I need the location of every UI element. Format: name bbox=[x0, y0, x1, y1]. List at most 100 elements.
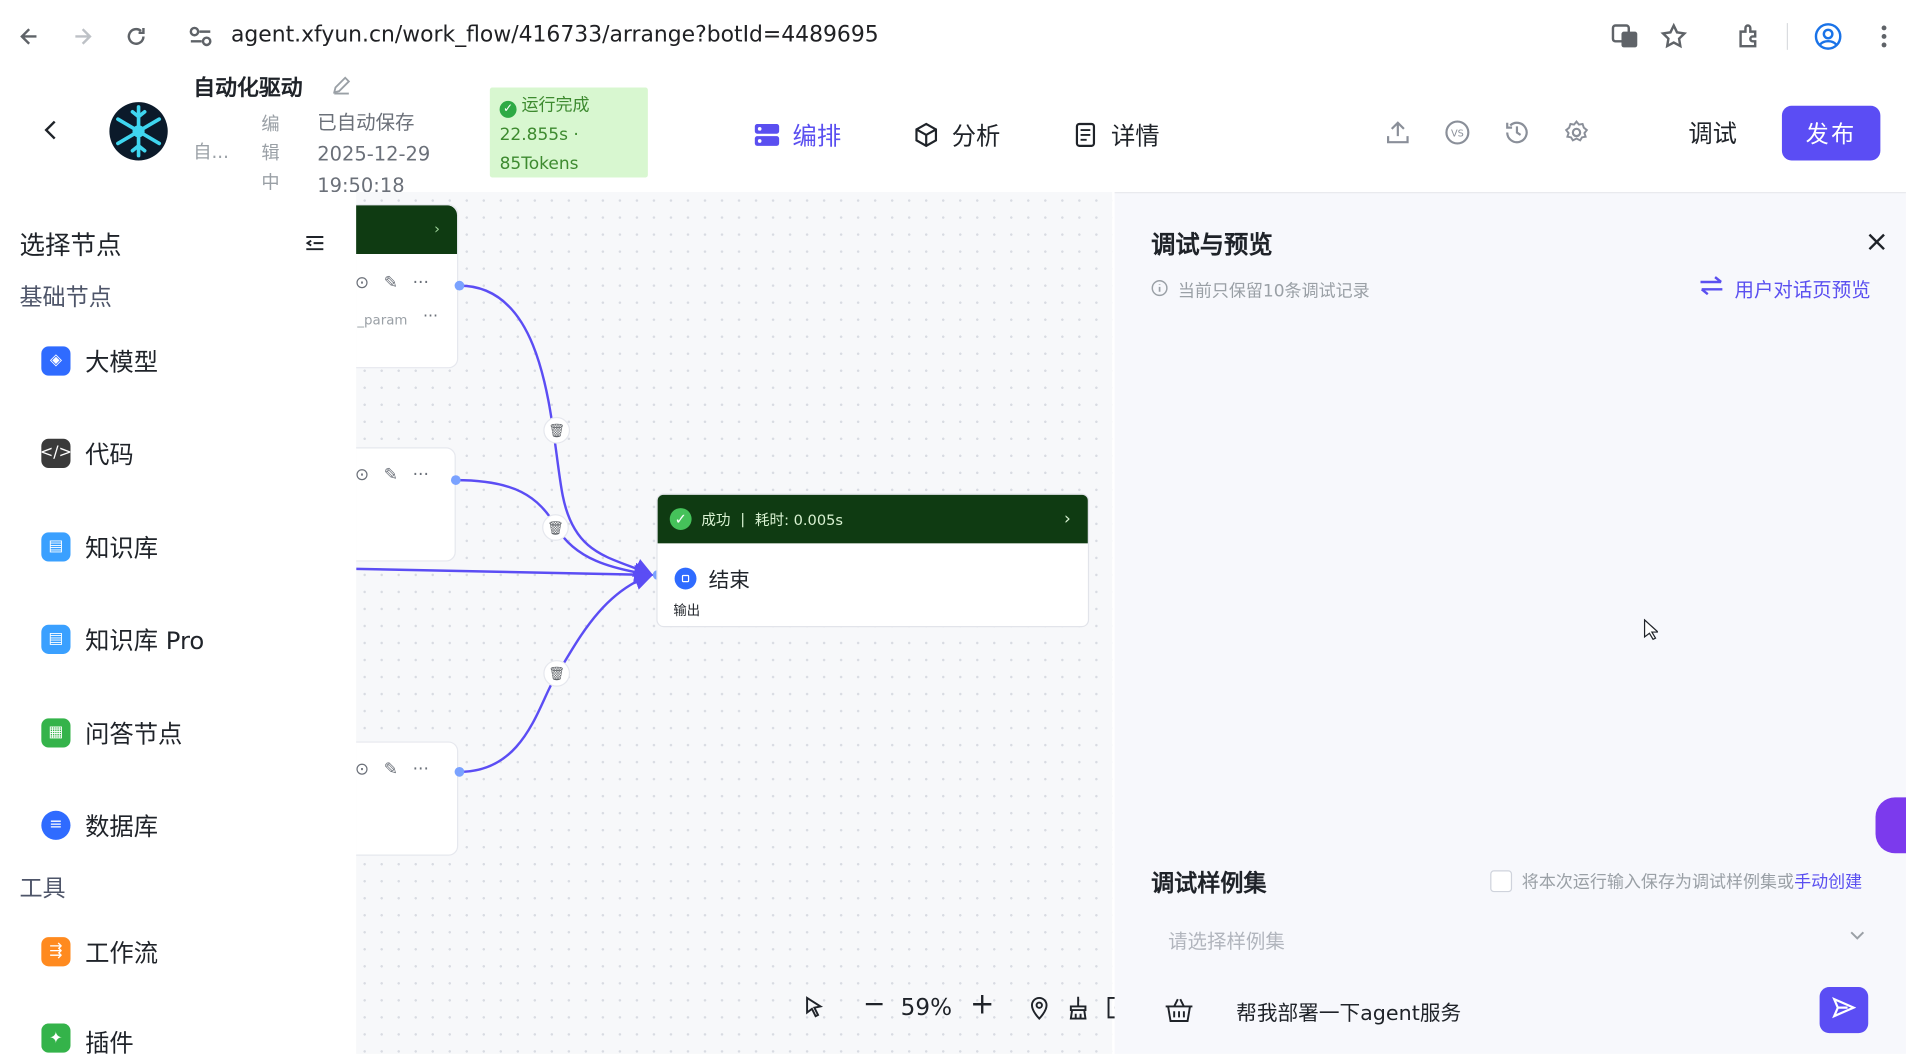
sample-set-select[interactable]: 请选择样例集 bbox=[1151, 919, 1878, 960]
edit-state: 编辑中 bbox=[261, 113, 280, 194]
delete-edge-icon[interactable]: 🗑 bbox=[543, 660, 571, 687]
code-icon: </> bbox=[40, 438, 72, 468]
knowledge-icon: ▤ bbox=[41, 531, 71, 561]
close-icon[interactable] bbox=[1866, 230, 1888, 259]
database-icon: ≡ bbox=[41, 810, 71, 840]
plugin-icon: ✦ bbox=[41, 1023, 71, 1053]
panel-title: 选择节点 bbox=[19, 230, 122, 261]
tab-analysis-label: 分析 bbox=[951, 121, 1001, 151]
status-divider: | bbox=[740, 510, 746, 528]
select-pointer-icon[interactable] bbox=[802, 994, 826, 1026]
run-tokens: 85Tokens bbox=[499, 154, 579, 174]
debug-record-note: 当前只保留10条调试记录 bbox=[1151, 278, 1370, 302]
elapsed-text: 耗时: 0.005s bbox=[754, 511, 843, 529]
collapse-panel-icon[interactable] bbox=[304, 232, 326, 254]
node-item-llm[interactable]: ◈ 大模型 bbox=[41, 343, 158, 378]
bookmark-star-icon[interactable] bbox=[1659, 22, 1688, 51]
run-duration: 22.855s · bbox=[499, 125, 579, 145]
chevron-down-icon bbox=[1849, 926, 1866, 948]
settings-gear-icon[interactable] bbox=[1563, 119, 1590, 146]
node-item-label: 知识库 Pro bbox=[85, 625, 205, 656]
end-node-title: 结束 bbox=[674, 563, 750, 593]
layers-icon bbox=[754, 121, 781, 148]
debug-preview-panel: 调试与预览 当前只保留10条调试记录 用户对话页预览 调试样例集 将本次运行输入… bbox=[1114, 192, 1906, 1054]
mouse-cursor-icon bbox=[1643, 618, 1660, 641]
node-selector-panel: 选择节点 基础节点 ◈ 大模型 </> 代码 ▤ 知识库 ▤ 知识库 Pro ▦… bbox=[0, 192, 357, 1054]
send-button[interactable] bbox=[1819, 986, 1869, 1034]
select-placeholder: 请选择样例集 bbox=[1168, 929, 1285, 953]
tab-arrange[interactable]: 编排 bbox=[754, 117, 842, 152]
check-circle-icon: ✓ bbox=[499, 100, 517, 118]
history-icon[interactable] bbox=[1504, 119, 1531, 146]
publish-button[interactable]: 发布 bbox=[1781, 105, 1881, 161]
node-item-qa[interactable]: ▦ 问答节点 bbox=[41, 715, 182, 750]
app-logo bbox=[107, 97, 170, 165]
preview-label: 用户对话页预览 bbox=[1734, 278, 1871, 302]
node-item-label: 知识库 bbox=[85, 533, 159, 563]
note-text: 当前只保留10条调试记录 bbox=[1177, 281, 1370, 302]
basket-icon[interactable] bbox=[1163, 995, 1195, 1024]
sample-set-title: 调试样例集 bbox=[1151, 870, 1267, 898]
llm-icon: ◈ bbox=[41, 345, 71, 375]
toolbar-divider bbox=[1786, 23, 1789, 50]
forward-icon[interactable] bbox=[68, 22, 97, 51]
chevron-right-icon[interactable]: › bbox=[1064, 509, 1071, 528]
tab-details[interactable]: 详情 bbox=[1072, 117, 1160, 152]
panel-title: 调试与预览 bbox=[1151, 229, 1273, 259]
tab-details-label: 详情 bbox=[1110, 121, 1160, 151]
tab-arrange-label: 编排 bbox=[792, 121, 842, 151]
node-item-label: 工作流 bbox=[85, 938, 159, 968]
delete-edge-icon[interactable]: 🗑 bbox=[543, 416, 571, 444]
svg-text:VS: VS bbox=[1451, 129, 1464, 140]
end-node[interactable]: ✓ 成功 | 耗时: 0.005s › 结束 输出 bbox=[656, 493, 1090, 628]
compare-vs-icon[interactable]: VS bbox=[1444, 119, 1471, 146]
floating-assistant-icon[interactable] bbox=[1875, 797, 1906, 854]
document-icon bbox=[1072, 121, 1099, 148]
zoom-in-icon[interactable]: + bbox=[970, 987, 994, 1021]
back-icon[interactable] bbox=[15, 22, 44, 51]
save-as-sample-option: 将本次运行输入保存为调试样例集或 手动创建 bbox=[1490, 869, 1862, 893]
debug-button[interactable]: 调试 bbox=[1668, 107, 1758, 156]
node-item-plugin[interactable]: ✦ 插件 bbox=[41, 1023, 134, 1054]
locate-icon[interactable] bbox=[1027, 994, 1051, 1026]
save-sample-checkbox[interactable] bbox=[1490, 870, 1513, 893]
end-node-icon bbox=[674, 567, 697, 589]
profile-icon[interactable] bbox=[1814, 22, 1843, 51]
back-chevron-icon[interactable] bbox=[41, 119, 58, 147]
tab-analysis[interactable]: 分析 bbox=[913, 117, 1001, 152]
autosave-status: 已自动保存 2025-12-29 19:50:18 bbox=[317, 107, 430, 202]
upload-icon[interactable] bbox=[1384, 119, 1411, 146]
swap-icon bbox=[1698, 275, 1725, 302]
delete-edge-icon[interactable]: 🗑 bbox=[542, 514, 569, 541]
qa-icon: ▦ bbox=[41, 717, 71, 747]
group-basic-nodes: 基础节点 bbox=[19, 284, 112, 312]
reload-icon[interactable] bbox=[122, 22, 151, 51]
site-settings-icon[interactable] bbox=[187, 24, 214, 48]
user-chat-preview-link[interactable]: 用户对话页预览 bbox=[1698, 273, 1871, 302]
run-status-badge: ✓ 运行完成 22.855s · 85Tokens bbox=[489, 87, 648, 178]
url-bar[interactable]: agent.xfyun.cn/work_flow/416733/arrange?… bbox=[231, 22, 879, 48]
autosave-date: 2025-12-29 bbox=[317, 142, 431, 166]
node-item-workflow[interactable]: ⇶ 工作流 bbox=[41, 934, 158, 969]
node-item-code[interactable]: </> 代码 bbox=[40, 435, 134, 470]
node-item-knowledge[interactable]: ▤ 知识库 bbox=[41, 529, 158, 564]
node-item-label: 数据库 bbox=[85, 811, 159, 842]
save-sample-text: 将本次运行输入保存为调试样例集或 bbox=[1521, 872, 1795, 893]
node-item-database[interactable]: ≡ 数据库 bbox=[41, 807, 158, 842]
manual-create-link[interactable]: 手动创建 bbox=[1794, 869, 1862, 893]
tidy-broom-icon[interactable] bbox=[1066, 994, 1090, 1026]
node-item-knowledge-pro[interactable]: ▤ 知识库 Pro bbox=[41, 621, 204, 656]
end-node-status-bar: ✓ 成功 | 耗时: 0.005s › bbox=[657, 494, 1088, 544]
extensions-icon[interactable] bbox=[1736, 22, 1765, 51]
browser-menu-icon[interactable] bbox=[1869, 22, 1898, 51]
run-status-text: 运行完成 bbox=[521, 96, 590, 116]
workflow-canvas[interactable]: › ⊙ ✎ ··· _param ··· ⊙ ✎ ··· ⊙ ✎ ··· 🗑 🗑… bbox=[356, 192, 1113, 1054]
app-title: 自动化驱动 bbox=[193, 75, 303, 101]
zoom-out-icon[interactable]: − bbox=[863, 989, 885, 1019]
edit-title-icon[interactable] bbox=[331, 74, 353, 96]
app-description: 自... bbox=[193, 140, 229, 163]
chat-input[interactable]: 帮我部署一下agent服务 bbox=[1236, 995, 1461, 1026]
translate-icon[interactable] bbox=[1611, 22, 1640, 51]
node-item-label: 问答节点 bbox=[85, 719, 183, 749]
autosave-label: 已自动保存 bbox=[317, 110, 415, 134]
